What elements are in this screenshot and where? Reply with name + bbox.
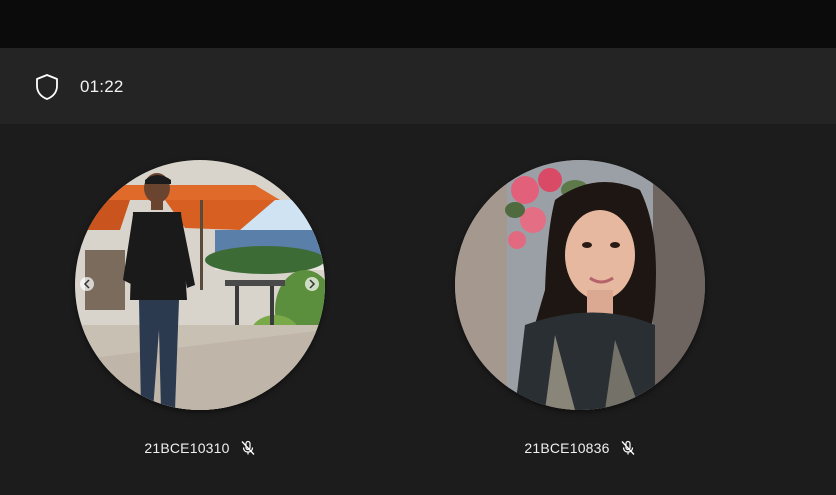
call-header: 01:22 — [0, 48, 836, 124]
participant-tile[interactable]: 21BCE10310 — [75, 160, 325, 456]
mic-off-icon — [620, 440, 636, 456]
participant-name: 21BCE10310 — [144, 440, 230, 456]
participant-name: 21BCE10836 — [524, 440, 610, 456]
participant-tile[interactable]: 21BCE10836 — [455, 160, 705, 456]
mic-off-icon — [240, 440, 256, 456]
participant-avatar — [75, 160, 325, 410]
call-timer: 01:22 — [80, 77, 124, 96]
participant-avatar — [455, 160, 705, 410]
window-top-bar — [0, 0, 836, 48]
participant-name-row: 21BCE10310 — [75, 440, 325, 456]
shield-icon[interactable] — [34, 73, 60, 101]
participant-name-row: 21BCE10836 — [455, 440, 705, 456]
participants-stage: 21BCE10310 21BCE10836 — [0, 124, 836, 495]
